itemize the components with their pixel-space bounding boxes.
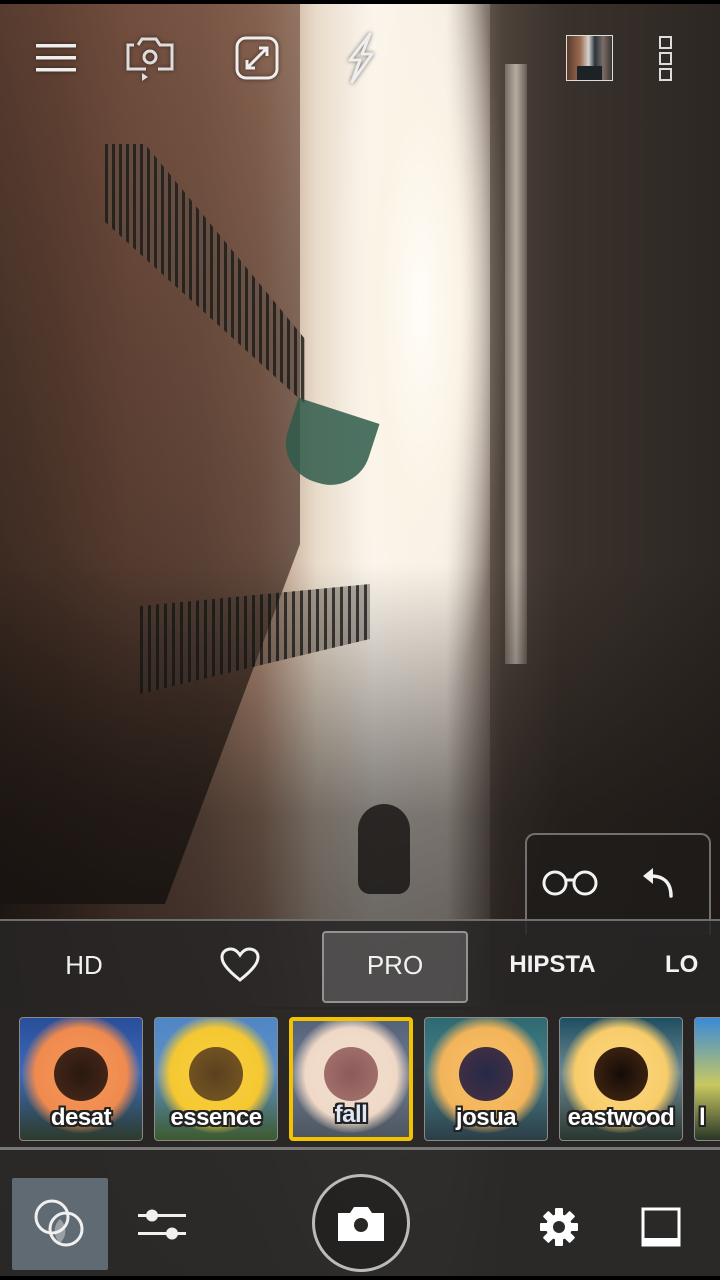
filter-category-tabs: HD PRO HIPSTA LO [0,919,720,1009]
last-photo-thumbnail[interactable] [566,35,613,81]
frame-button[interactable] [632,1200,690,1254]
filter-fall[interactable]: fall [289,1017,413,1141]
overflow-menu-button[interactable] [636,28,696,88]
tab-hd[interactable]: HD [34,921,134,1009]
filter-label: desat [50,1104,112,1131]
camera-icon [338,1207,384,1241]
tab-pro-label: PRO [366,949,424,980]
filter-thumbnail-strip[interactable]: desat essence fall josua eastwood l [0,1007,720,1147]
aspect-resize-icon [235,36,279,80]
undo-arrow-icon [643,868,673,898]
glasses-icon [542,870,598,896]
tab-lo-label: LO [665,951,699,978]
screen-bottom-edge [0,1276,720,1280]
bottom-control-bar [0,1147,720,1276]
overlapping-circles-icon [34,1199,84,1247]
tab-pro[interactable]: PRO [322,921,468,1009]
flash-icon [348,32,374,84]
top-toolbar [0,0,720,110]
filter-partial[interactable]: l [694,1017,720,1141]
shutter-button[interactable] [312,1174,410,1272]
tab-hd-label: HD [65,949,103,980]
tab-lo[interactable]: LO [665,921,720,1009]
filter-label: josua [455,1104,517,1131]
settings-button[interactable] [530,1200,588,1254]
menu-button[interactable] [26,28,86,88]
flash-button[interactable] [330,28,390,88]
sliders-icon [138,1209,186,1240]
switch-camera-icon [126,37,174,81]
viewfinder-scene-lamp [358,804,410,894]
filter-label: essence [170,1104,262,1131]
filter-label: l [699,1104,706,1131]
hamburger-menu-icon [36,44,76,72]
heart-icon [220,947,260,982]
overflow-menu-icon [659,36,672,81]
filters-mode-button[interactable] [12,1178,108,1270]
adjustments-button[interactable] [130,1196,194,1252]
polaroid-frame-icon [641,1207,681,1247]
filter-label: fall [334,1101,368,1128]
filter-essence[interactable]: essence [154,1017,278,1141]
compare-button[interactable] [541,861,601,905]
aspect-resize-button[interactable] [227,28,287,88]
switch-camera-button[interactable] [120,28,180,88]
tab-favorites[interactable] [200,921,280,1009]
filter-josua[interactable]: josua [424,1017,548,1141]
undo-button[interactable] [629,861,689,905]
filter-desat[interactable]: desat [19,1017,143,1141]
tab-hipsta[interactable]: HIPSTA [495,921,610,1009]
filter-eastwood[interactable]: eastwood [559,1017,683,1141]
filter-label: eastwood [567,1104,675,1131]
gear-icon [540,1208,578,1246]
tab-hipsta-label: HIPSTA [509,951,596,978]
